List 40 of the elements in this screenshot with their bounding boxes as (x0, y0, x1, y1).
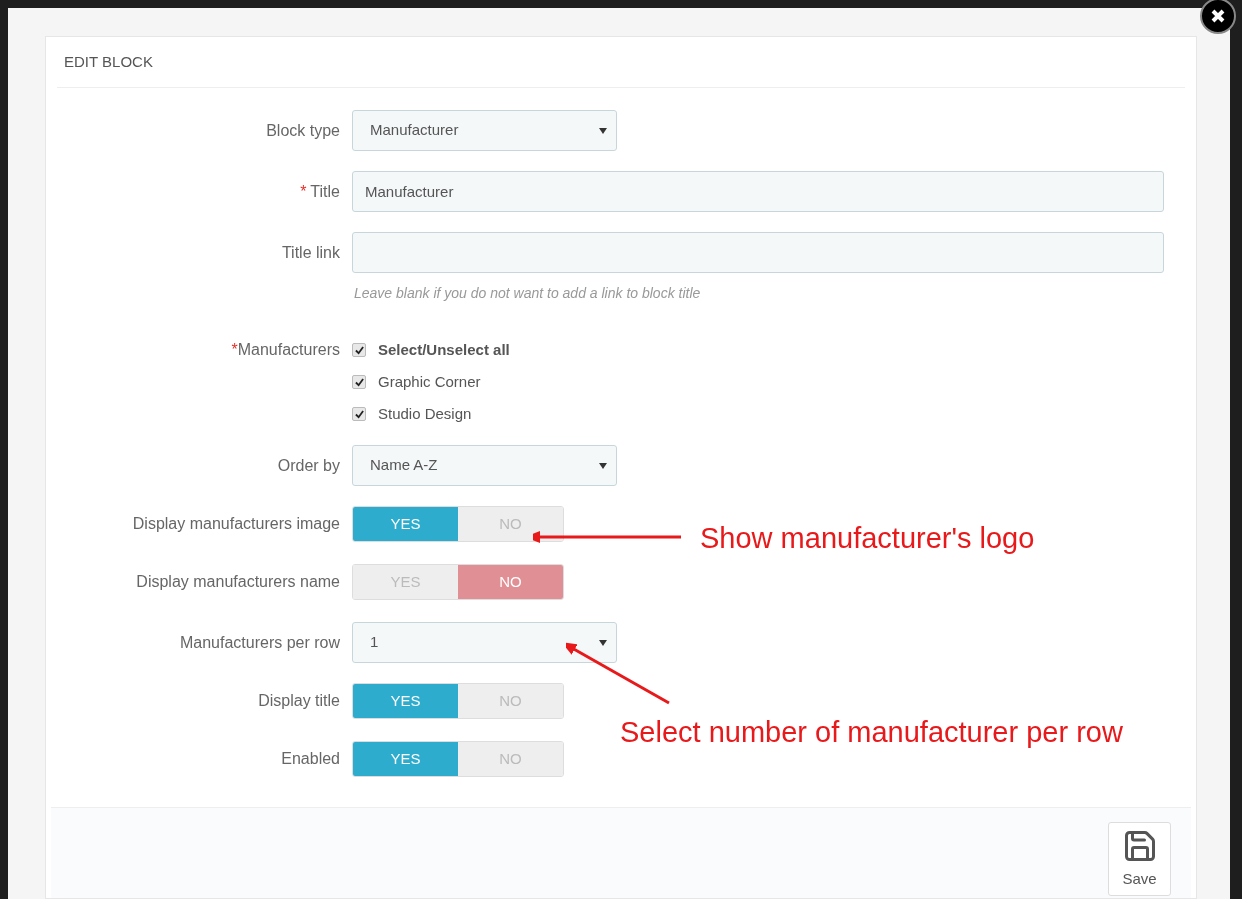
panel-title: EDIT BLOCK (64, 51, 153, 72)
toggle-option[interactable]: NO (458, 565, 563, 599)
save-button[interactable]: Save (1108, 822, 1171, 896)
checkbox-label: Graphic Corner (378, 371, 481, 392)
field-label: Manufacturers per row (179, 632, 340, 653)
annotation-text: Select number of manufacturer per row (620, 715, 1123, 750)
select-dropdown[interactable]: 1 (352, 622, 617, 663)
check-icon (354, 377, 364, 387)
check-icon (354, 345, 364, 355)
field-label: Title (310, 181, 340, 202)
toggle-option[interactable]: YES (353, 684, 458, 718)
field-label: Manufacturers (237, 340, 340, 360)
select-dropdown[interactable]: Name A-Z (352, 445, 617, 486)
field-label: Title link (281, 242, 340, 263)
checkbox[interactable] (352, 407, 366, 421)
toggle-option[interactable]: YES (353, 742, 458, 776)
field-label: Order by (277, 455, 340, 476)
field-label: Display manufacturers name (136, 572, 340, 592)
text-field[interactable] (352, 232, 1164, 273)
select-dropdown[interactable]: Manufacturer (352, 110, 617, 151)
check-icon (354, 409, 364, 419)
checkbox[interactable] (352, 343, 366, 357)
checkbox-label: Studio Design (378, 403, 472, 424)
field-label: Display title (258, 691, 340, 711)
close-button[interactable] (1200, 0, 1236, 34)
help-text: Leave blank if you do not want to add a link to block title (354, 285, 701, 301)
field-label: Enabled (281, 749, 340, 769)
required-asterisk: * (300, 181, 307, 202)
text-field[interactable]: Manufacturer (352, 171, 1164, 212)
field-label: Block type (266, 120, 340, 141)
checkbox-label: Select/Unselect all (378, 339, 510, 360)
required-asterisk: * (231, 340, 238, 360)
toggle-option[interactable]: YES (353, 507, 458, 541)
caret-icon (599, 462, 607, 469)
checkbox[interactable] (352, 375, 366, 389)
caret-icon (599, 639, 607, 646)
close-icon (1210, 8, 1226, 24)
caret-icon (599, 127, 607, 134)
field-label: Display manufacturers image (132, 514, 340, 534)
annotation-text: Show manufacturer's logo (700, 521, 1035, 556)
